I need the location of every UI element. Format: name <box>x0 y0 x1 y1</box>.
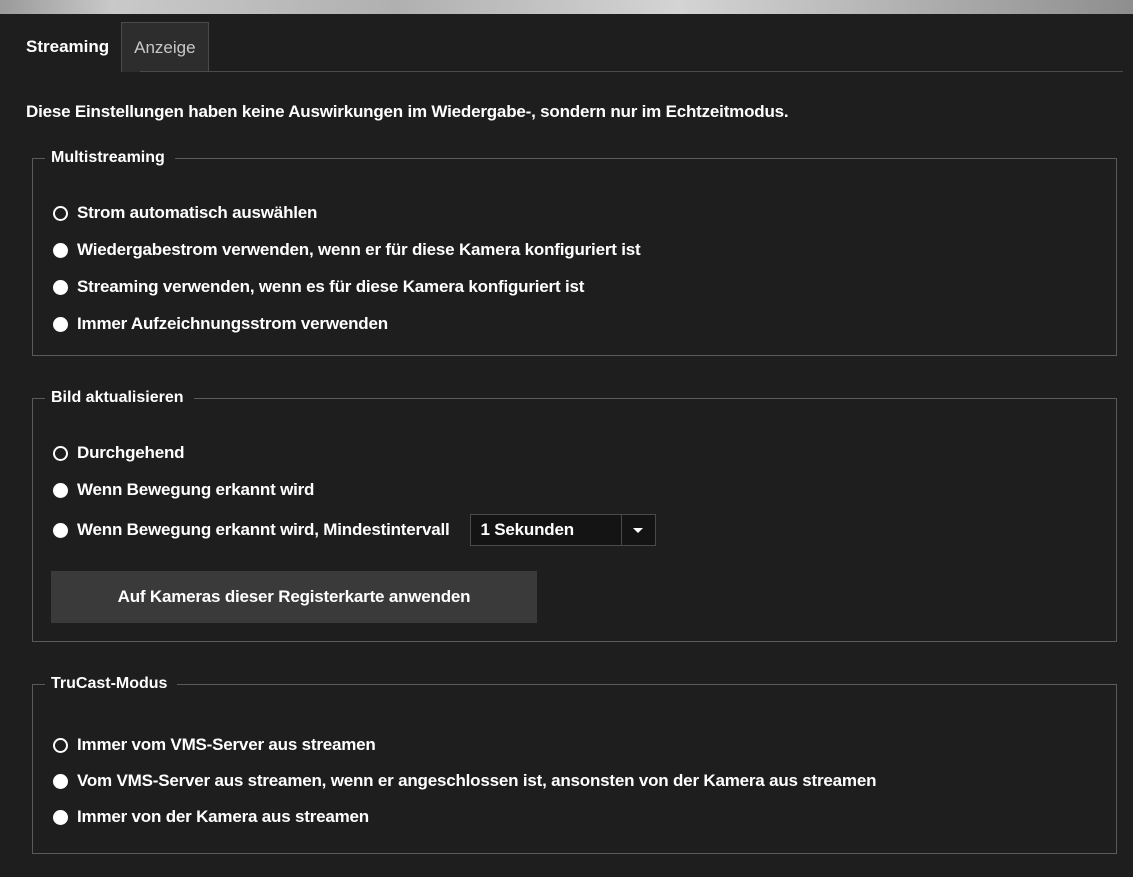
radio-label: Durchgehend <box>77 443 185 462</box>
radio-option[interactable]: Wenn Bewegung erkannt wird, Mindestinter… <box>53 514 656 546</box>
radio-label: Strom automatisch auswählen <box>77 203 318 222</box>
radio-label: Wenn Bewegung erkannt wird, Mindestinter… <box>77 520 450 539</box>
radio-option[interactable]: Wiedergabestrom verwenden, wenn er für d… <box>53 240 641 260</box>
radio-label: Immer Aufzeichnungsstrom verwenden <box>77 314 388 333</box>
radio-option[interactable]: Streaming verwenden, wenn es für diese K… <box>53 277 584 297</box>
radio-label: Vom VMS-Server aus streamen, wenn er ang… <box>77 771 877 790</box>
radio-selected-icon[interactable] <box>53 737 68 753</box>
chevron-down-icon <box>633 527 643 533</box>
group-bild-aktualisieren: Bild aktualisieren Durchgehend Wenn Bewe… <box>32 386 1117 642</box>
radio-option[interactable]: Wenn Bewegung erkannt wird <box>53 480 314 500</box>
radio-option[interactable]: Immer Aufzeichnungsstrom verwenden <box>53 314 388 334</box>
group-title: TruCast-Modus <box>45 672 178 696</box>
radio-option[interactable]: Immer von der Kamera aus streamen <box>53 807 369 827</box>
radio-option[interactable]: Strom automatisch auswählen <box>53 203 317 223</box>
radio-label: Wiedergabestrom verwenden, wenn er für d… <box>77 240 641 259</box>
radio-unselected-icon[interactable] <box>53 482 68 498</box>
radio-unselected-icon[interactable] <box>53 279 68 295</box>
radio-label: Wenn Bewegung erkannt wird <box>77 480 315 499</box>
radio-unselected-icon[interactable] <box>53 522 68 538</box>
apply-to-cameras-button[interactable]: Auf Kameras dieser Registerkarte anwende… <box>51 571 537 623</box>
tab-anzeige[interactable]: Anzeige <box>121 22 209 72</box>
dropdown-button[interactable] <box>620 515 655 545</box>
group-multistreaming: Multistreaming Strom automatisch auswähl… <box>32 146 1117 356</box>
group-title: Multistreaming <box>45 146 175 170</box>
radio-option[interactable]: Durchgehend <box>53 443 185 463</box>
tab-streaming[interactable]: Streaming <box>14 22 122 72</box>
radio-option[interactable]: Vom VMS-Server aus streamen, wenn er ang… <box>53 771 876 791</box>
radio-unselected-icon[interactable] <box>53 773 68 789</box>
settings-panel: Streaming Anzeige Diese Einstellungen ha… <box>0 14 1133 877</box>
radio-label: Immer von der Kamera aus streamen <box>77 807 369 826</box>
radio-selected-icon[interactable] <box>53 205 68 221</box>
intro-text: Diese Einstellungen haben keine Auswirku… <box>26 102 789 121</box>
interval-value: 1 Sekunden <box>480 520 575 539</box>
radio-option[interactable]: Immer vom VMS-Server aus streamen <box>53 735 376 755</box>
tab-divider <box>140 71 1123 72</box>
radio-unselected-icon[interactable] <box>53 316 68 332</box>
background-strip <box>0 0 1133 14</box>
interval-dropdown[interactable]: 1 Sekunden <box>469 514 656 546</box>
radio-unselected-icon[interactable] <box>53 242 68 258</box>
radio-label: Streaming verwenden, wenn es für diese K… <box>77 277 585 296</box>
group-trucast: TruCast-Modus Immer vom VMS-Server aus s… <box>32 672 1117 854</box>
radio-label: Immer vom VMS-Server aus streamen <box>77 735 376 754</box>
radio-unselected-icon[interactable] <box>53 809 68 825</box>
group-title: Bild aktualisieren <box>45 386 194 410</box>
tab-bar: Streaming Anzeige <box>14 22 209 72</box>
radio-selected-icon[interactable] <box>53 445 68 461</box>
